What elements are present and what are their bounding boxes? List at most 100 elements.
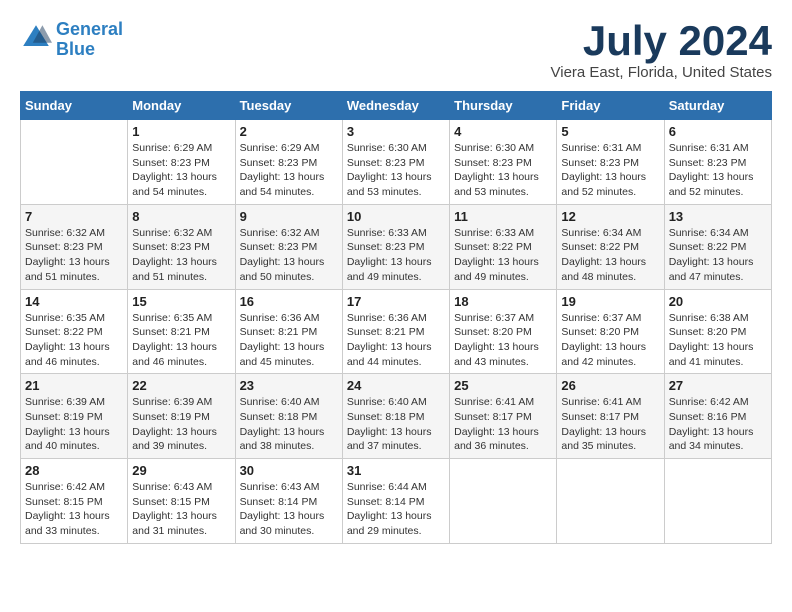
logo-icon (20, 22, 52, 54)
day-number: 4 (454, 124, 552, 139)
day-number: 29 (132, 463, 230, 478)
day-number: 17 (347, 294, 445, 309)
day-info: Sunrise: 6:31 AM Sunset: 8:23 PM Dayligh… (561, 141, 659, 200)
calendar-body: 1Sunrise: 6:29 AM Sunset: 8:23 PM Daylig… (21, 120, 772, 544)
day-number: 11 (454, 209, 552, 224)
day-number: 30 (240, 463, 338, 478)
day-number: 7 (25, 209, 123, 224)
calendar-cell: 6 Sunrise: 6:31 AM Sunset: 8:23 PM Daylig… (664, 120, 771, 205)
day-number: 15 (132, 294, 230, 309)
day-number: 8 (132, 209, 230, 224)
calendar-cell: 11 Sunrise: 6:33 AM Sunset: 8:22 PM Dayli… (450, 204, 557, 289)
day-info: Sunrise: 6:42 AM Sunset: 8:16 PM Dayligh… (669, 395, 767, 454)
calendar-cell: 18 Sunrise: 6:37 AM Sunset: 8:20 PM Dayli… (450, 289, 557, 374)
day-info: Sunrise: 6:33 AM Sunset: 8:22 PM Dayligh… (454, 226, 552, 285)
day-info: Sunrise: 6:34 AM Sunset: 8:22 PM Dayligh… (561, 226, 659, 285)
calendar-cell: 19Sunrise: 6:37 AM Sunset: 8:20 PM Dayli… (557, 289, 664, 374)
day-info: Sunrise: 6:40 AM Sunset: 8:18 PM Dayligh… (240, 395, 338, 454)
calendar-cell: 29 Sunrise: 6:43 AM Sunset: 8:15 PM Dayli… (128, 459, 235, 544)
calendar-cell: 23 Sunrise: 6:40 AM Sunset: 8:18 PM Dayli… (235, 374, 342, 459)
calendar-cell: 24Sunrise: 6:40 AM Sunset: 8:18 PM Dayli… (342, 374, 449, 459)
calendar-cell: 9 Sunrise: 6:32 AM Sunset: 8:23 PM Daylig… (235, 204, 342, 289)
day-info: Sunrise: 6:43 AM Sunset: 8:14 PM Dayligh… (240, 480, 338, 539)
day-info: Sunrise: 6:32 AM Sunset: 8:23 PM Dayligh… (25, 226, 123, 285)
day-info: Sunrise: 6:34 AM Sunset: 8:22 PM Dayligh… (669, 226, 767, 285)
calendar-cell: 3Sunrise: 6:30 AM Sunset: 8:23 PM Daylig… (342, 120, 449, 205)
calendar-cell: 1Sunrise: 6:29 AM Sunset: 8:23 PM Daylig… (128, 120, 235, 205)
day-info: Sunrise: 6:38 AM Sunset: 8:20 PM Dayligh… (669, 311, 767, 370)
day-info: Sunrise: 6:41 AM Sunset: 8:17 PM Dayligh… (561, 395, 659, 454)
day-info: Sunrise: 6:30 AM Sunset: 8:23 PM Dayligh… (454, 141, 552, 200)
week-row-1: 7 Sunrise: 6:32 AM Sunset: 8:23 PM Daylig… (21, 204, 772, 289)
calendar-cell (21, 120, 128, 205)
day-number: 14 (25, 294, 123, 309)
week-row-3: 21 Sunrise: 6:39 AM Sunset: 8:19 PM Dayli… (21, 374, 772, 459)
calendar-cell: 5 Sunrise: 6:31 AM Sunset: 8:23 PM Daylig… (557, 120, 664, 205)
day-info: Sunrise: 6:40 AM Sunset: 8:18 PM Dayligh… (347, 395, 445, 454)
day-info: Sunrise: 6:29 AM Sunset: 8:23 PM Dayligh… (132, 141, 230, 200)
day-number: 5 (561, 124, 659, 139)
logo-text: General Blue (56, 20, 123, 60)
calendar-cell: 8 Sunrise: 6:32 AM Sunset: 8:23 PM Daylig… (128, 204, 235, 289)
calendar-cell: 20 Sunrise: 6:38 AM Sunset: 8:20 PM Dayli… (664, 289, 771, 374)
day-number: 23 (240, 378, 338, 393)
day-number: 18 (454, 294, 552, 309)
header-wednesday: Wednesday (342, 92, 449, 120)
day-number: 3 (347, 124, 445, 139)
page-header: General Blue July 2024 Viera East, Flori… (20, 20, 772, 81)
calendar-cell: 30 Sunrise: 6:43 AM Sunset: 8:14 PM Dayli… (235, 459, 342, 544)
calendar-cell: 12Sunrise: 6:34 AM Sunset: 8:22 PM Dayli… (557, 204, 664, 289)
day-number: 9 (240, 209, 338, 224)
day-info: Sunrise: 6:36 AM Sunset: 8:21 PM Dayligh… (240, 311, 338, 370)
calendar-cell: 27Sunrise: 6:42 AM Sunset: 8:16 PM Dayli… (664, 374, 771, 459)
calendar-cell: 25Sunrise: 6:41 AM Sunset: 8:17 PM Dayli… (450, 374, 557, 459)
header-tuesday: Tuesday (235, 92, 342, 120)
header-monday: Monday (128, 92, 235, 120)
calendar-cell: 26 Sunrise: 6:41 AM Sunset: 8:17 PM Dayli… (557, 374, 664, 459)
calendar-cell: 31 Sunrise: 6:44 AM Sunset: 8:14 PM Dayli… (342, 459, 449, 544)
day-info: Sunrise: 6:35 AM Sunset: 8:21 PM Dayligh… (132, 311, 230, 370)
day-info: Sunrise: 6:37 AM Sunset: 8:20 PM Dayligh… (454, 311, 552, 370)
title-section: July 2024 Viera East, Florida, United St… (551, 20, 773, 81)
day-info: Sunrise: 6:39 AM Sunset: 8:19 PM Dayligh… (25, 395, 123, 454)
calendar-cell: 21 Sunrise: 6:39 AM Sunset: 8:19 PM Dayli… (21, 374, 128, 459)
day-info: Sunrise: 6:32 AM Sunset: 8:23 PM Dayligh… (132, 226, 230, 285)
calendar-cell: 22Sunrise: 6:39 AM Sunset: 8:19 PM Dayli… (128, 374, 235, 459)
calendar-cell: 16 Sunrise: 6:36 AM Sunset: 8:21 PM Dayli… (235, 289, 342, 374)
day-number: 16 (240, 294, 338, 309)
calendar-header: SundayMondayTuesdayWednesdayThursdayFrid… (21, 92, 772, 120)
day-info: Sunrise: 6:43 AM Sunset: 8:15 PM Dayligh… (132, 480, 230, 539)
calendar-cell: 10Sunrise: 6:33 AM Sunset: 8:23 PM Dayli… (342, 204, 449, 289)
day-info: Sunrise: 6:42 AM Sunset: 8:15 PM Dayligh… (25, 480, 123, 539)
calendar-cell (557, 459, 664, 544)
header-friday: Friday (557, 92, 664, 120)
day-info: Sunrise: 6:33 AM Sunset: 8:23 PM Dayligh… (347, 226, 445, 285)
header-row: SundayMondayTuesdayWednesdayThursdayFrid… (21, 92, 772, 120)
calendar-cell (664, 459, 771, 544)
calendar-cell: 14 Sunrise: 6:35 AM Sunset: 8:22 PM Dayli… (21, 289, 128, 374)
day-info: Sunrise: 6:36 AM Sunset: 8:21 PM Dayligh… (347, 311, 445, 370)
logo-line2: Blue (56, 39, 95, 59)
day-info: Sunrise: 6:32 AM Sunset: 8:23 PM Dayligh… (240, 226, 338, 285)
logo: General Blue (20, 20, 123, 60)
calendar-cell: 13Sunrise: 6:34 AM Sunset: 8:22 PM Dayli… (664, 204, 771, 289)
location: Viera East, Florida, United States (551, 64, 773, 81)
day-number: 6 (669, 124, 767, 139)
day-number: 25 (454, 378, 552, 393)
week-row-2: 14 Sunrise: 6:35 AM Sunset: 8:22 PM Dayli… (21, 289, 772, 374)
day-number: 21 (25, 378, 123, 393)
day-info: Sunrise: 6:31 AM Sunset: 8:23 PM Dayligh… (669, 141, 767, 200)
week-row-0: 1Sunrise: 6:29 AM Sunset: 8:23 PM Daylig… (21, 120, 772, 205)
calendar-cell: 2Sunrise: 6:29 AM Sunset: 8:23 PM Daylig… (235, 120, 342, 205)
day-info: Sunrise: 6:44 AM Sunset: 8:14 PM Dayligh… (347, 480, 445, 539)
day-info: Sunrise: 6:35 AM Sunset: 8:22 PM Dayligh… (25, 311, 123, 370)
day-number: 19 (561, 294, 659, 309)
day-number: 2 (240, 124, 338, 139)
calendar-cell (450, 459, 557, 544)
day-number: 26 (561, 378, 659, 393)
day-number: 20 (669, 294, 767, 309)
calendar-cell: 15 Sunrise: 6:35 AM Sunset: 8:21 PM Dayli… (128, 289, 235, 374)
calendar-cell: 28Sunrise: 6:42 AM Sunset: 8:15 PM Dayli… (21, 459, 128, 544)
day-number: 31 (347, 463, 445, 478)
week-row-4: 28Sunrise: 6:42 AM Sunset: 8:15 PM Dayli… (21, 459, 772, 544)
